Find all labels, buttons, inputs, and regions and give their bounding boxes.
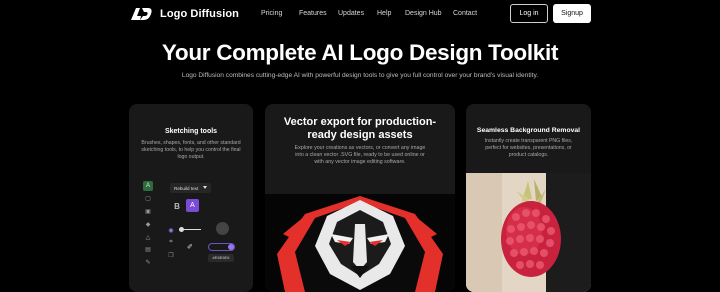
brand-name: Logo Diffusion <box>160 8 239 20</box>
logo-mark-icon <box>131 8 152 20</box>
font-dropdown[interactable]: Rebuild text <box>170 183 211 193</box>
feature-card-sketching: Sketching tools Brushes, shapes, fonts, … <box>129 104 253 292</box>
triangle-tool-icon[interactable]: △ <box>143 232 153 242</box>
nav-item-contact[interactable]: Contact <box>453 10 477 17</box>
login-button[interactable]: Log in <box>510 4 548 23</box>
card-title: Seamless Background Removal <box>476 127 581 134</box>
tool-palette: A ▢ ▣ ◆ △ ▤ ✎ <box>143 181 155 271</box>
hero-subtitle: Logo Diffusion combines cutting-edge AI … <box>181 72 539 79</box>
color-tool-icon[interactable]: ◉ <box>166 225 176 235</box>
size-slider-handle[interactable] <box>179 227 184 232</box>
hex-color-value[interactable]: #E6E6E6 <box>208 254 234 262</box>
color-toggle[interactable] <box>208 243 235 251</box>
shape-tool-icon[interactable]: ▢ <box>143 194 153 204</box>
nav-item-design-hub[interactable]: Design Hub <box>405 10 453 17</box>
image-tool-icon[interactable]: ▤ <box>143 245 153 255</box>
nav-item-help[interactable]: Help <box>377 10 405 17</box>
text-style-active-icon[interactable]: A <box>186 199 199 212</box>
top-nav: Logo Diffusion Pricing Features Updates … <box>0 0 720 28</box>
crop-tool-icon[interactable]: ⌗ <box>166 238 176 248</box>
text-tool-icon[interactable]: A <box>143 181 153 191</box>
nav-item-pricing[interactable]: Pricing <box>261 10 299 17</box>
pen-tool-icon[interactable]: ▣ <box>143 207 153 217</box>
card-description: Brushes, shapes, fonts, and other standa… <box>141 140 241 160</box>
signup-button[interactable]: Signup <box>553 4 591 23</box>
feature-card-vector-export: Vector export for production-ready desig… <box>265 104 455 292</box>
card-title: Sketching tools <box>164 128 218 135</box>
toggle-knob <box>228 244 234 250</box>
brush-preview-icon <box>216 222 229 235</box>
bold-toggle-icon[interactable]: B <box>172 200 182 212</box>
chevron-down-icon <box>203 186 207 189</box>
feature-card-background-removal: Seamless Background Removal Instantly cr… <box>466 104 591 292</box>
dropdown-value: Rebuild text <box>174 185 199 191</box>
card-title: Vector export for production-ready desig… <box>283 116 437 141</box>
fill-tool-icon[interactable]: ◆ <box>143 219 153 229</box>
eyedropper-icon[interactable]: ✐ <box>187 243 193 251</box>
nav-item-updates[interactable]: Updates <box>338 10 377 17</box>
lion-logo-illustration <box>265 194 455 292</box>
hero-title: Your Complete AI Logo Design Toolkit <box>161 40 559 65</box>
brush-tool-icon[interactable]: ✎ <box>143 258 153 268</box>
nav-menu: Pricing Features Updates Help Design Hub… <box>261 10 477 17</box>
tool-palette-secondary: ◉ ⌗ ❐ <box>166 225 178 263</box>
raspberry-image <box>466 173 591 292</box>
layers-tool-icon[interactable]: ❐ <box>166 251 176 261</box>
card-description: Explore your creations as vectors, or co… <box>294 145 426 165</box>
brand-logo[interactable]: Logo Diffusion <box>129 5 239 23</box>
nav-item-features[interactable]: Features <box>299 10 338 17</box>
card-description: Instantly create transparent PNG files, … <box>484 138 573 158</box>
